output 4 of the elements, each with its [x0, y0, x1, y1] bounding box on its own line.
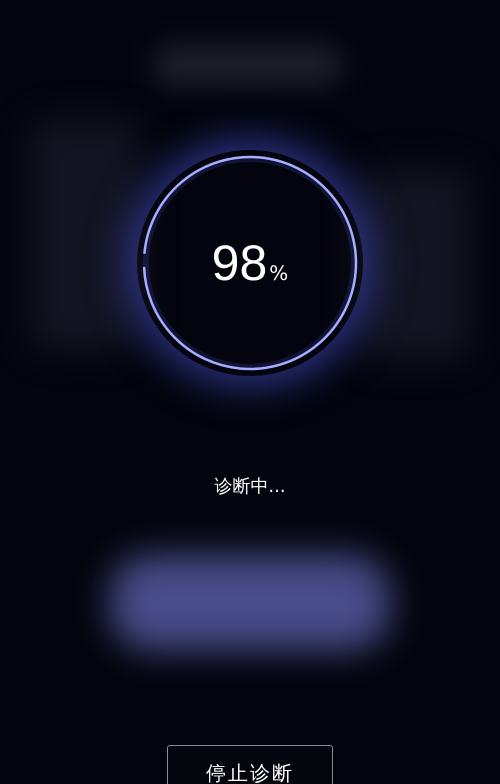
status-text: 诊断中... — [214, 475, 286, 499]
progress-value: 98 — [212, 238, 268, 288]
stop-button[interactable]: 停止诊断 — [167, 745, 333, 784]
percent-sign: % — [269, 263, 288, 283]
